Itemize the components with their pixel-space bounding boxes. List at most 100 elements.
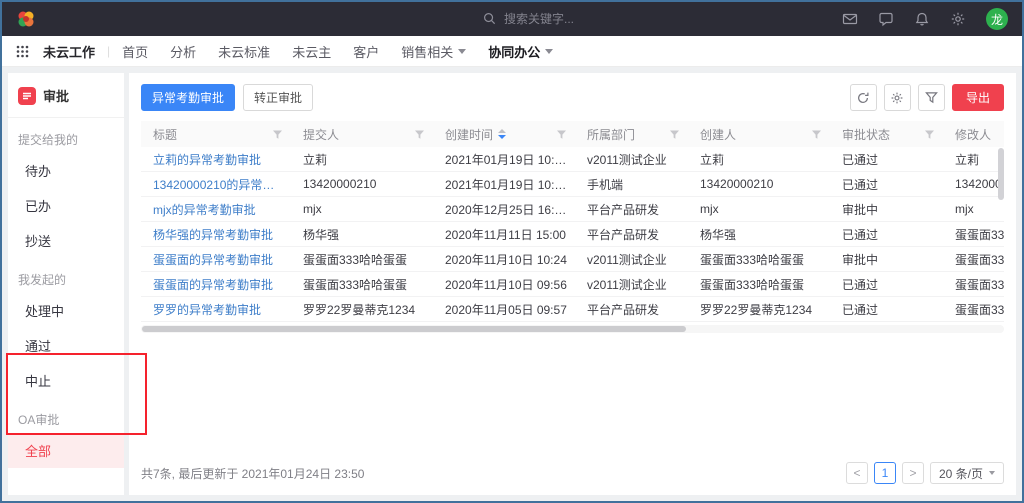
sort-asc-icon[interactable] bbox=[498, 129, 506, 133]
nav-item-4[interactable]: 未云主 bbox=[292, 42, 331, 61]
sidebar-section-label: 提交给我的 bbox=[8, 118, 124, 153]
app-logo[interactable] bbox=[16, 9, 36, 29]
export-button[interactable]: 导出 bbox=[952, 84, 1004, 111]
table-header: 标题提交人创建时间所属部门创建人审批状态修改人 bbox=[141, 121, 1004, 147]
table-row[interactable]: 立莉的异常考勤审批立莉2021年01月19日 10:22v2011测试企业立莉已… bbox=[141, 147, 1004, 172]
cell-status: 已通过 bbox=[830, 176, 943, 193]
tab-regularization-approval[interactable]: 转正审批 bbox=[243, 84, 313, 111]
cell-status: 审批中 bbox=[830, 251, 943, 268]
cell-submitter: 13420000210 bbox=[291, 177, 433, 191]
cell-title[interactable]: 罗罗的异常考勤审批 bbox=[141, 301, 291, 318]
sidebar-item-1-0[interactable]: 处理中 bbox=[8, 293, 124, 328]
cell-modifier: 蛋蛋面333哈哈蛋蛋 bbox=[943, 251, 1004, 268]
column-filter-icon[interactable] bbox=[272, 129, 283, 140]
sidebar-item-0-0[interactable]: 待办 bbox=[8, 153, 124, 188]
column-header: 创建时间 bbox=[433, 121, 575, 147]
refresh-button[interactable] bbox=[850, 84, 877, 111]
cell-department: 平台产品研发 bbox=[575, 226, 688, 243]
cell-status: 审批中 bbox=[830, 201, 943, 218]
app-grid-icon[interactable] bbox=[16, 45, 29, 58]
sidebar-item-2-0[interactable]: 全部 bbox=[8, 433, 124, 468]
search-input[interactable] bbox=[504, 12, 654, 26]
filter-button[interactable] bbox=[918, 84, 945, 111]
cell-created_at: 2021年01月19日 10:16 bbox=[433, 176, 575, 193]
column-header-label: 提交人 bbox=[303, 126, 339, 143]
sidebar-item-0-2[interactable]: 抄送 bbox=[8, 223, 124, 258]
global-search[interactable] bbox=[482, 11, 654, 27]
table-row[interactable]: mjx的异常考勤审批mjx2020年12月25日 16:04平台产品研发mjx审… bbox=[141, 197, 1004, 222]
column-header-label: 创建时间 bbox=[445, 126, 493, 143]
page-number-button[interactable]: 1 bbox=[874, 462, 896, 484]
table-row[interactable]: 罗罗的异常考勤审批罗罗22罗曼蒂克12342020年11月05日 09:57平台… bbox=[141, 297, 1004, 322]
nav-item-1[interactable]: 首页 bbox=[122, 42, 148, 61]
nav-item-5[interactable]: 客户 bbox=[353, 42, 379, 61]
avatar[interactable]: 龙 bbox=[986, 8, 1008, 30]
column-filter-icon[interactable] bbox=[669, 129, 680, 140]
table-row[interactable]: 杨华强的异常考勤审批杨华强2020年11月11日 15:00平台产品研发杨华强已… bbox=[141, 222, 1004, 247]
cell-title[interactable]: 13420000210的异常考勤审批 bbox=[141, 176, 291, 193]
cell-created_at: 2020年11月10日 09:56 bbox=[433, 276, 575, 293]
cell-department: v2011测试企业 bbox=[575, 276, 688, 293]
sidebar-sections: 提交给我的待办已办抄送我发起的处理中通过中止OA审批全部 bbox=[8, 118, 124, 468]
prev-page-button[interactable]: < bbox=[846, 462, 868, 484]
cell-creator: 立莉 bbox=[688, 151, 830, 168]
column-header-label: 审批状态 bbox=[842, 126, 890, 143]
cell-department: 平台产品研发 bbox=[575, 301, 688, 318]
column-filter-icon[interactable] bbox=[414, 129, 425, 140]
cell-status: 已通过 bbox=[830, 151, 943, 168]
sidebar-item-0-1[interactable]: 已办 bbox=[8, 188, 124, 223]
approval-table: 标题提交人创建时间所属部门创建人审批状态修改人 立莉的异常考勤审批立莉2021年… bbox=[141, 121, 1004, 333]
cell-title[interactable]: 杨华强的异常考勤审批 bbox=[141, 226, 291, 243]
pagination: < 1 > 20 条/页 bbox=[846, 462, 1004, 484]
sort-icons[interactable] bbox=[498, 129, 506, 139]
vertical-scrollbar-thumb[interactable] bbox=[998, 148, 1004, 200]
cell-title[interactable]: mjx的异常考勤审批 bbox=[141, 201, 291, 218]
cell-status: 已通过 bbox=[830, 301, 943, 318]
horizontal-scrollbar-thumb[interactable] bbox=[142, 326, 686, 332]
table-row[interactable]: 蛋蛋面的异常考勤审批蛋蛋面333哈哈蛋蛋2020年11月10日 10:24v20… bbox=[141, 247, 1004, 272]
sidebar-item-1-2[interactable]: 中止 bbox=[8, 363, 124, 398]
nav-item-7[interactable]: 协同办公 bbox=[488, 42, 553, 61]
cell-submitter: 蛋蛋面333哈哈蛋蛋 bbox=[291, 276, 433, 293]
gear-icon bbox=[890, 91, 904, 105]
gear-icon[interactable] bbox=[950, 11, 966, 27]
cell-title[interactable]: 蛋蛋面的异常考勤审批 bbox=[141, 251, 291, 268]
table-settings-button[interactable] bbox=[884, 84, 911, 111]
nav-item-2[interactable]: 分析 bbox=[170, 42, 196, 61]
mail-icon[interactable] bbox=[842, 11, 858, 27]
app-logo-icon bbox=[16, 9, 36, 29]
page-size-select[interactable]: 20 条/页 bbox=[930, 462, 1004, 484]
topbar-icons: 龙 bbox=[842, 8, 1008, 30]
sidebar-item-1-1[interactable]: 通过 bbox=[8, 328, 124, 363]
sidebar-section-label: 我发起的 bbox=[8, 258, 124, 293]
table-row[interactable]: 蛋蛋面的异常考勤审批蛋蛋面333哈哈蛋蛋2020年11月10日 09:56v20… bbox=[141, 272, 1004, 297]
cell-submitter: 蛋蛋面333哈哈蛋蛋 bbox=[291, 251, 433, 268]
nav-item-3[interactable]: 未云标准 bbox=[218, 42, 270, 61]
cell-modifier: 蛋蛋面333哈哈蛋蛋 bbox=[943, 301, 1004, 318]
cell-created_at: 2020年11月10日 10:24 bbox=[433, 251, 575, 268]
table-row[interactable]: 13420000210的异常考勤审批134200002102021年01月19日… bbox=[141, 172, 1004, 197]
next-page-button[interactable]: > bbox=[902, 462, 924, 484]
nav-item-6[interactable]: 销售相关 bbox=[401, 42, 466, 61]
sidebar: 审批 提交给我的待办已办抄送我发起的处理中通过中止OA审批全部 bbox=[8, 73, 124, 495]
column-header: 标题 bbox=[141, 121, 291, 147]
vertical-scrollbar[interactable] bbox=[998, 148, 1004, 322]
sort-desc-icon[interactable] bbox=[498, 135, 506, 139]
bell-icon[interactable] bbox=[914, 11, 930, 27]
column-filter-icon[interactable] bbox=[924, 129, 935, 140]
column-filter-icon[interactable] bbox=[811, 129, 822, 140]
table-footer: 共7条, 最后更新于 2021年01月24日 23:50 < 1 > 20 条/… bbox=[129, 451, 1016, 495]
nav-item-label: 协同办公 bbox=[488, 42, 540, 61]
cell-title[interactable]: 立莉的异常考勤审批 bbox=[141, 151, 291, 168]
cell-submitter: 杨华强 bbox=[291, 226, 433, 243]
horizontal-scrollbar[interactable] bbox=[141, 325, 1004, 333]
cell-modifier: 蛋蛋面333哈哈蛋蛋 bbox=[943, 276, 1004, 293]
tab-abnormal-attendance-approval[interactable]: 异常考勤审批 bbox=[141, 84, 235, 111]
cell-created_at: 2020年12月25日 16:04 bbox=[433, 201, 575, 218]
column-header-label: 所属部门 bbox=[587, 126, 635, 143]
cell-title[interactable]: 蛋蛋面的异常考勤审批 bbox=[141, 276, 291, 293]
column-filter-icon[interactable] bbox=[556, 129, 567, 140]
nav-item-label: 客户 bbox=[353, 42, 379, 61]
cell-department: v2011测试企业 bbox=[575, 251, 688, 268]
chat-icon[interactable] bbox=[878, 11, 894, 27]
